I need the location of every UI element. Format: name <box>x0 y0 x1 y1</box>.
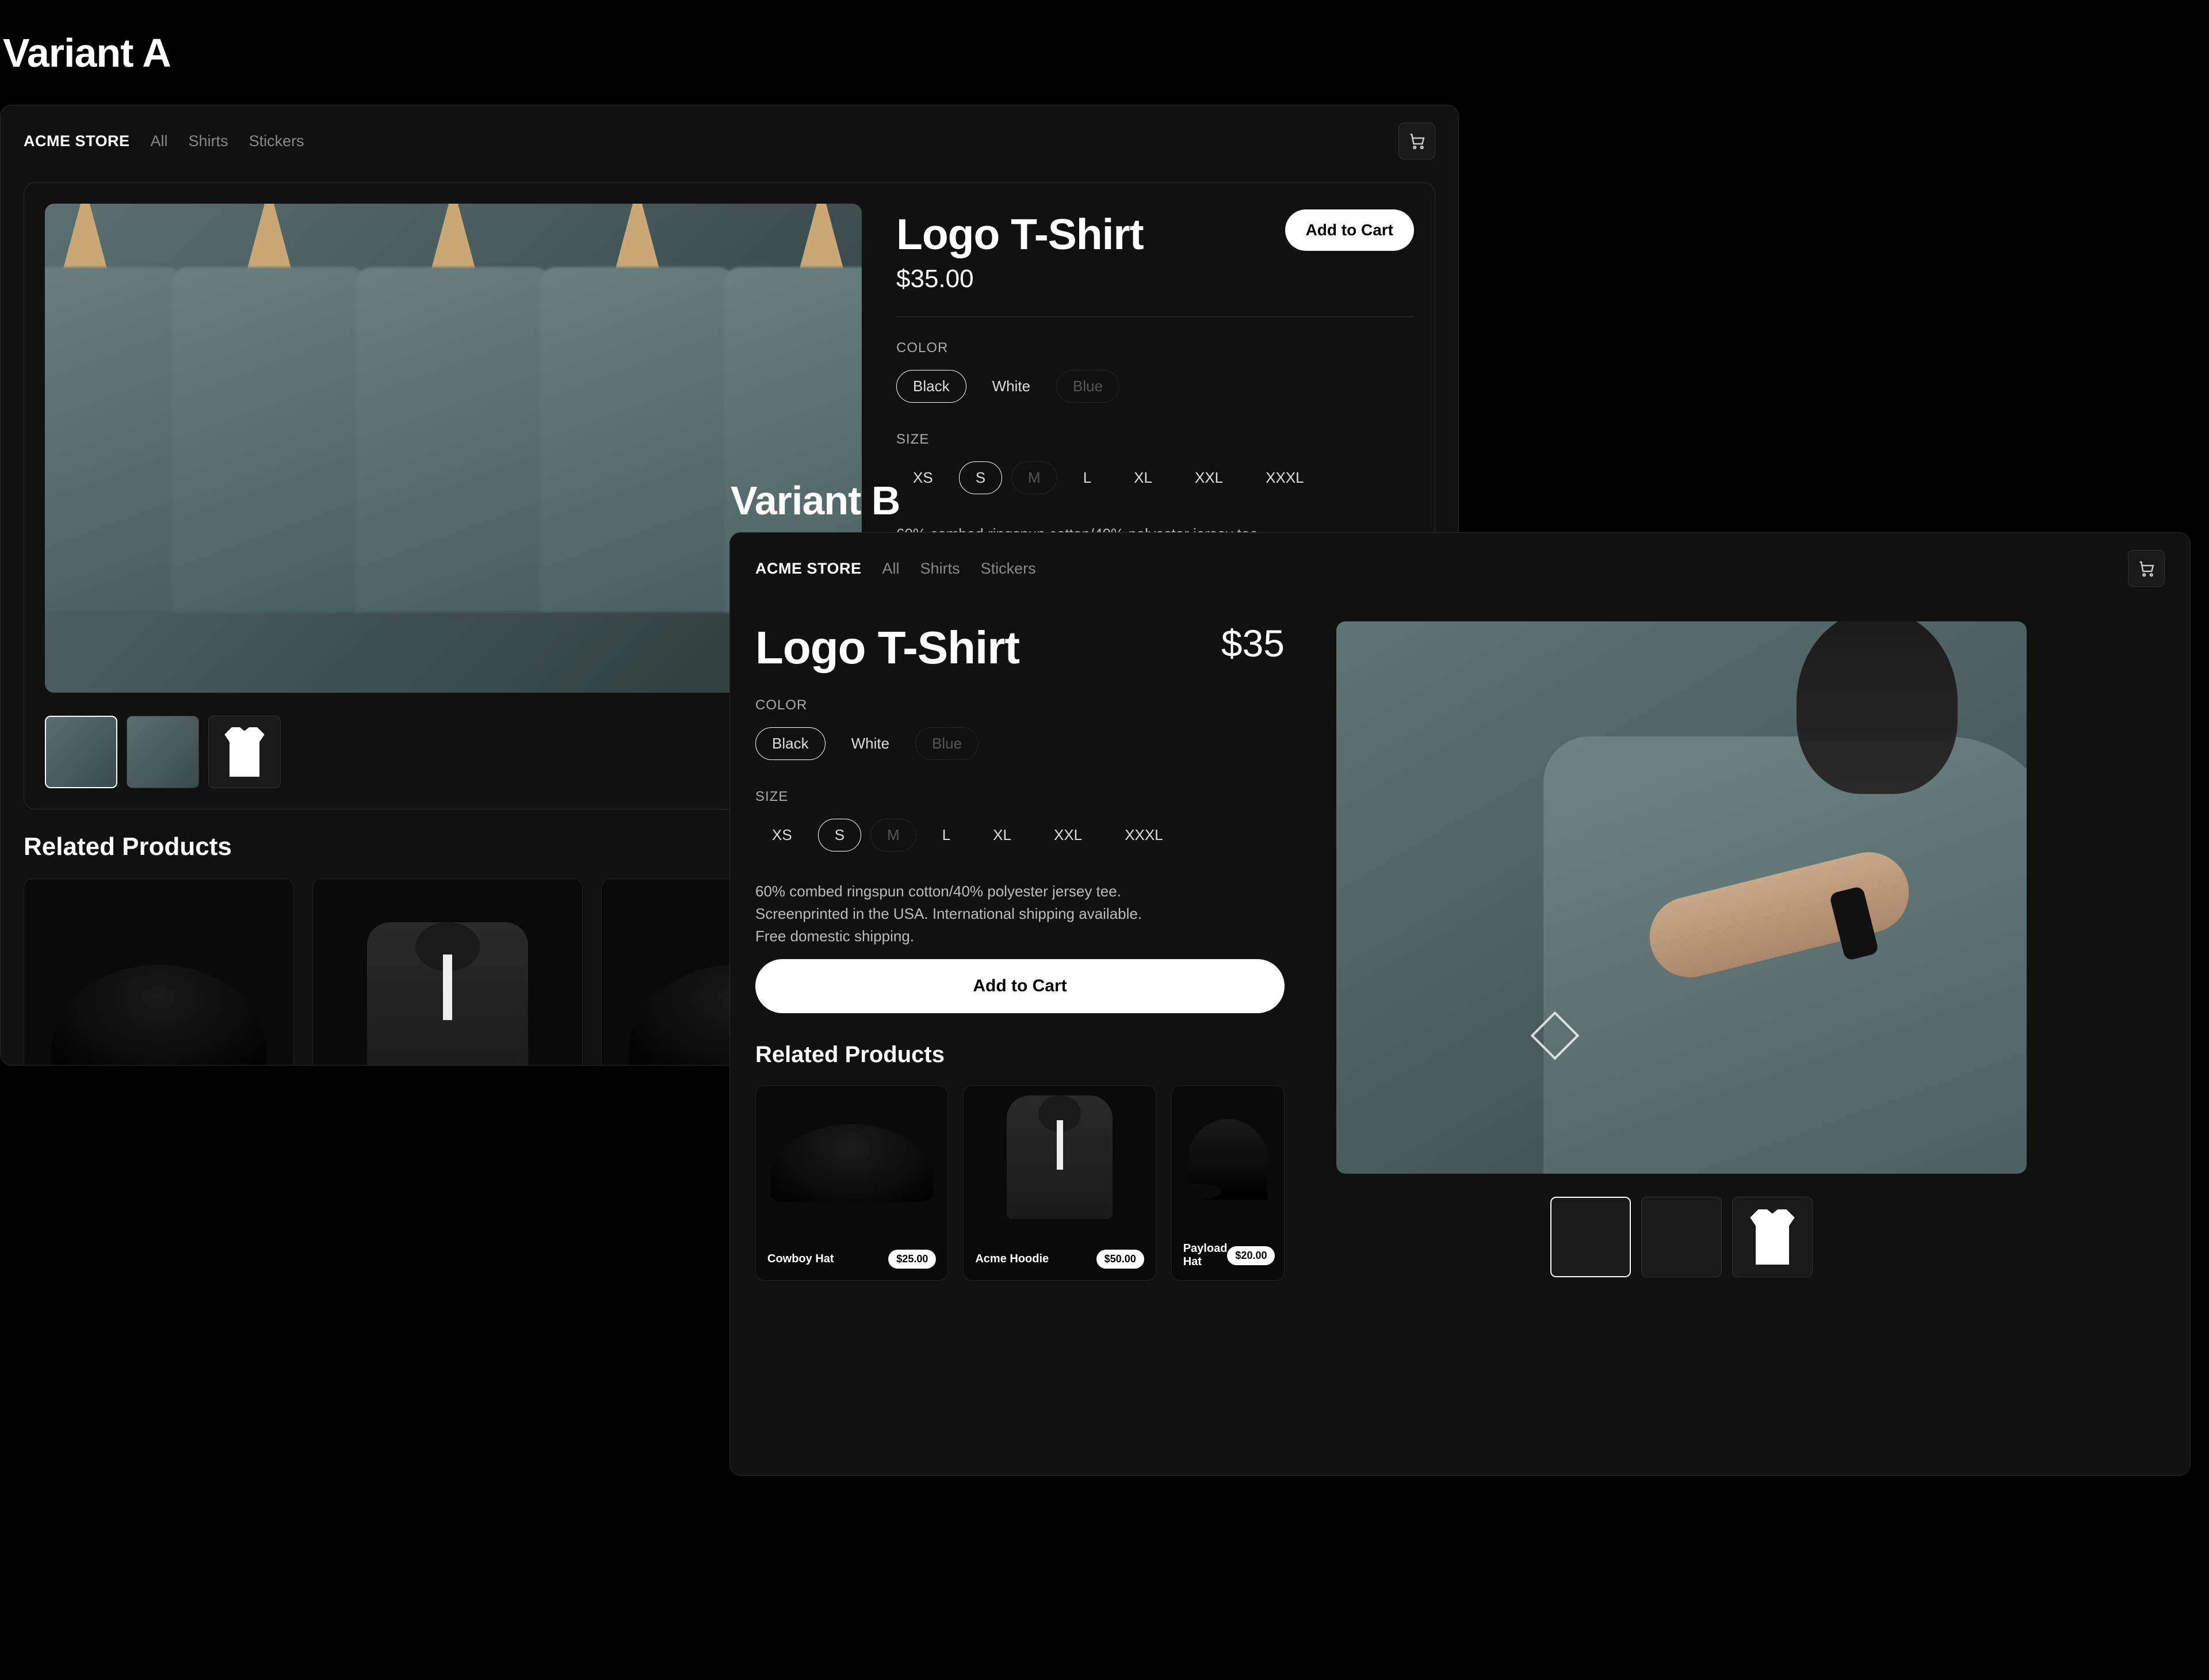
nav-all[interactable]: All <box>882 560 900 578</box>
product-gallery <box>1336 621 2027 1281</box>
thumbnail-1[interactable] <box>45 716 117 788</box>
cart-icon <box>2138 560 2155 577</box>
related-card-cowboy-hat[interactable]: Cowboy Hat $25.00 <box>755 1085 948 1281</box>
size-xxl[interactable]: XXL <box>1037 819 1099 852</box>
tshirt-icon <box>1745 1209 1801 1265</box>
nav-shirts[interactable]: Shirts <box>189 132 228 150</box>
color-black[interactable]: Black <box>755 727 825 760</box>
divider <box>896 316 1414 317</box>
cart-button[interactable] <box>2128 550 2165 587</box>
color-options: Black White Blue <box>755 727 1285 760</box>
thumbnail-2[interactable] <box>1641 1197 1722 1277</box>
variant-b-card: ACME STORE All Shirts Stickers Logo T-Sh… <box>729 532 2191 1476</box>
related-price: $20.00 <box>1227 1246 1275 1265</box>
product-title: Logo T-Shirt <box>896 209 1262 259</box>
header: ACME STORE All Shirts Stickers <box>1 105 1458 177</box>
color-options: Black White Blue <box>896 370 1414 403</box>
hat-icon <box>770 1124 933 1202</box>
hat-icon <box>51 965 266 1066</box>
product-price: $35 <box>1221 621 1285 665</box>
thumbnail-3[interactable] <box>208 716 281 788</box>
nav-all[interactable]: All <box>151 132 168 150</box>
add-to-cart-button[interactable]: Add to Cart <box>755 959 1285 1013</box>
store-logo[interactable]: ACME STORE <box>24 132 130 150</box>
color-blue: Blue <box>1056 370 1119 403</box>
size-l[interactable]: L <box>926 819 967 852</box>
product-description: 60% combed ringspun cotton/40% polyester… <box>755 880 1158 948</box>
hoodie-icon <box>367 922 529 1066</box>
thumbnail-3[interactable] <box>1732 1197 1813 1277</box>
color-black[interactable]: Black <box>896 370 966 403</box>
size-m: M <box>1011 461 1057 494</box>
thumbnail-1[interactable] <box>1550 1197 1631 1277</box>
related-name: Acme Hoodie <box>975 1253 1049 1266</box>
hoodie-icon <box>1007 1095 1112 1219</box>
cart-button[interactable] <box>1398 123 1435 159</box>
product-details: Logo T-Shirt $35 COLOR Black White Blue … <box>755 621 1285 1281</box>
related-price: $50.00 <box>1096 1250 1144 1269</box>
size-s[interactable]: S <box>959 461 1002 494</box>
product-price: $35.00 <box>896 265 1414 293</box>
cart-icon <box>1408 132 1425 150</box>
color-label: COLOR <box>896 340 1414 356</box>
related-products: Related Products Cowboy Hat $25.00 Acme … <box>755 1042 1285 1281</box>
product-main: Logo T-Shirt $35 COLOR Black White Blue … <box>730 604 2190 1281</box>
add-to-cart-button[interactable]: Add to Cart <box>1285 209 1414 251</box>
related-card-2[interactable] <box>312 879 583 1066</box>
nav-stickers[interactable]: Stickers <box>981 560 1036 578</box>
store-logo[interactable]: ACME STORE <box>755 560 862 578</box>
size-xl[interactable]: XL <box>1117 461 1169 494</box>
color-blue: Blue <box>915 727 979 760</box>
size-xs[interactable]: XS <box>896 461 950 494</box>
thumbnail-2[interactable] <box>127 716 199 788</box>
related-price: $25.00 <box>888 1250 936 1269</box>
size-l[interactable]: L <box>1067 461 1108 494</box>
related-card-1[interactable] <box>24 879 294 1066</box>
thumbnail-row <box>1336 1197 2027 1277</box>
nav-shirts[interactable]: Shirts <box>920 560 960 578</box>
hero-image <box>1336 621 2027 1174</box>
size-label: SIZE <box>896 432 1414 448</box>
size-xs[interactable]: XS <box>755 819 809 852</box>
color-label: COLOR <box>755 697 1285 713</box>
size-s[interactable]: S <box>818 819 861 852</box>
size-options: XS S M L XL XXL XXXL <box>896 461 1414 494</box>
size-options: XS S M L XL XXL XXXL <box>755 819 1285 852</box>
related-card-payload-hat[interactable]: Payload Hat $20.00 <box>1171 1085 1285 1281</box>
cap-icon <box>1188 1119 1267 1200</box>
related-name: Cowboy Hat <box>767 1253 834 1266</box>
size-xl[interactable]: XL <box>976 819 1028 852</box>
header: ACME STORE All Shirts Stickers <box>730 533 2190 604</box>
size-xxxl[interactable]: XXXL <box>1108 819 1180 852</box>
color-white[interactable]: White <box>976 370 1047 403</box>
variant-a-label: Variant A <box>3 30 171 76</box>
size-xxl[interactable]: XXL <box>1178 461 1240 494</box>
related-name: Payload Hat <box>1183 1242 1228 1269</box>
related-row: Cowboy Hat $25.00 Acme Hoodie $50.00 <box>755 1085 1285 1281</box>
size-label: SIZE <box>755 789 1285 805</box>
tshirt-icon <box>220 727 270 777</box>
related-title: Related Products <box>755 1042 1285 1068</box>
product-title: Logo T-Shirt <box>755 621 1019 674</box>
size-m: M <box>870 819 916 852</box>
size-xxxl[interactable]: XXXL <box>1249 461 1321 494</box>
related-card-hoodie[interactable]: Acme Hoodie $50.00 <box>963 1085 1156 1281</box>
nav-stickers[interactable]: Stickers <box>249 132 304 150</box>
variant-b-label: Variant B <box>731 478 900 524</box>
color-white[interactable]: White <box>835 727 906 760</box>
